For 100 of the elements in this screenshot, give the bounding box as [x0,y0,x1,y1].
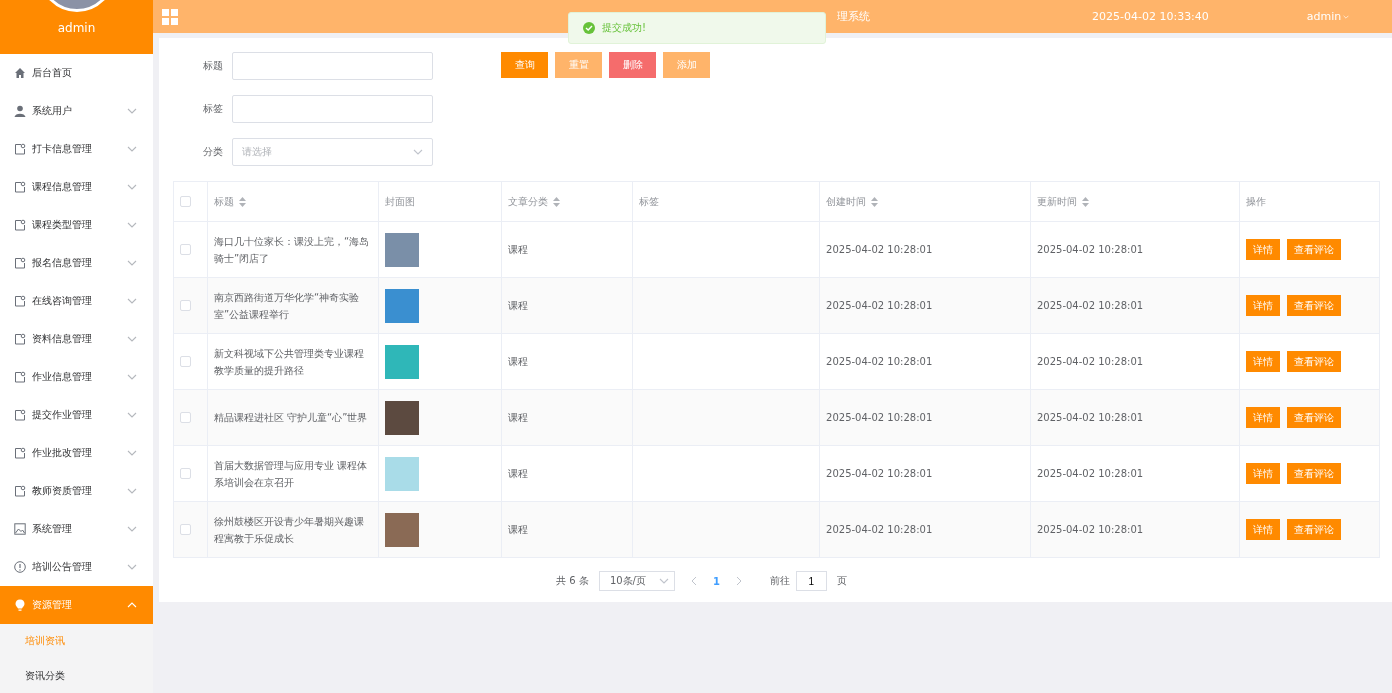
input-field[interactable] [232,95,433,123]
menu-label: 在线咨询管理 [32,293,93,308]
row-button[interactable]: 查看评论 [1287,407,1342,428]
image-icon [14,522,26,535]
document-icon [14,294,26,307]
checkbox[interactable] [180,300,191,312]
menu-item[interactable]: 培训公告管理 [0,547,153,586]
action-button[interactable]: 重置 [555,52,602,78]
row-button[interactable]: 详情 [1246,239,1281,260]
menu-label: 系统管理 [32,521,73,536]
table-cell: 课程 [501,277,633,334]
home-icon [14,66,26,79]
checkbox[interactable] [180,356,191,368]
menu-label: 课程类型管理 [32,217,93,232]
checkbox[interactable] [180,244,191,256]
menu-item[interactable]: 在线咨询管理 [0,281,153,320]
menu-label: 培训公告管理 [32,559,93,574]
menu-item[interactable]: 作业批改管理 [0,433,153,472]
row-button[interactable]: 查看评论 [1287,463,1342,484]
menu-item[interactable]: 资料信息管理 [0,319,153,358]
field-label: 标题 [202,59,224,73]
row-button[interactable]: 详情 [1246,295,1281,316]
table-cell: 2025-04-02 10:28:01 [1030,501,1240,558]
menu-item[interactable]: 资源管理 [0,585,153,624]
column-header[interactable]: 更新时间 [1030,181,1240,222]
table-cell: 2025-04-02 10:28:01 [819,445,1031,502]
table-cell: 2025-04-02 10:28:01 [819,333,1031,390]
menu-label: 打卡信息管理 [32,141,93,156]
menu-label: 教师资质管理 [32,483,93,498]
menu-item[interactable]: 系统管理 [0,509,153,548]
menu-item[interactable]: 报名信息管理 [0,243,153,282]
column-header: 标签 [632,181,820,222]
document-icon [14,142,26,155]
table-cell: 课程 [501,445,633,502]
row-button[interactable]: 查看评论 [1287,295,1342,316]
action-button[interactable]: 添加 [663,52,710,78]
menu-label: 系统用户 [32,103,73,118]
document-icon [14,256,26,269]
table-cell: 徐州鼓楼区开设青少年暑期兴趣课程寓教于乐促成长 [207,501,379,558]
page-input[interactable]: 1 [795,571,827,591]
input-field[interactable] [232,52,433,80]
bulb-icon [14,598,26,611]
photo-placeholder [385,512,420,547]
row-button[interactable]: 查看评论 [1287,239,1342,260]
document-icon [14,408,26,421]
document-icon [14,332,26,345]
row-button[interactable]: 详情 [1246,407,1281,428]
menu-item[interactable]: 系统用户 [0,91,153,130]
action-button[interactable]: 删除 [609,52,656,78]
user-icon [14,104,26,117]
user-name: admin [57,21,96,35]
goto-label: 前往 [769,574,790,588]
column-header[interactable]: 创建时间 [819,181,1031,222]
photo-placeholder [385,456,420,491]
select-field[interactable]: 请选择 [232,138,433,166]
system-title: 理系统 [837,9,870,24]
row-button[interactable]: 查看评论 [1287,519,1342,540]
menu-label: 作业批改管理 [32,445,93,460]
checkbox[interactable] [180,412,191,424]
table-cell: 课程 [501,389,633,446]
menu-item[interactable]: 提交作业管理 [0,395,153,434]
document-icon [14,370,26,383]
field-label: 分类 [202,145,224,159]
table-cell: 2025-04-02 10:28:01 [1030,221,1240,278]
total-count: 共 6 条 [556,574,589,588]
menu-item[interactable]: 作业信息管理 [0,357,153,396]
menu-item[interactable]: 课程信息管理 [0,167,153,206]
column-header[interactable]: 文章分类 [501,181,633,222]
row-button[interactable]: 详情 [1246,463,1281,484]
page-size-select[interactable]: 10条/页 [598,571,675,591]
row-button[interactable]: 查看评论 [1287,351,1342,372]
action-button[interactable]: 查询 [501,52,548,78]
success-icon [583,22,595,34]
checkbox[interactable] [180,196,191,208]
success-toast: 提交成功! [568,12,826,44]
next-icon[interactable] [735,576,742,586]
user-menu[interactable]: admin [1306,10,1350,23]
checkbox[interactable] [180,524,191,536]
chevron-icon [658,578,669,584]
submenu-item[interactable]: 资讯分类 [0,658,153,693]
column-header[interactable]: 标题 [207,181,379,222]
previous-icon[interactable] [690,576,697,586]
submenu-item[interactable]: 培训资讯 [0,623,153,659]
document-icon [14,218,26,231]
menu-item[interactable]: 教师资质管理 [0,471,153,510]
grid-icon[interactable] [162,8,178,25]
page-suffix: 页 [836,574,847,588]
checkbox[interactable] [180,468,191,480]
row-button[interactable]: 详情 [1246,519,1281,540]
menu-item[interactable]: 打卡信息管理 [0,129,153,168]
field-label: 标签 [202,102,224,116]
menu-item[interactable]: 课程类型管理 [0,205,153,244]
menu-item[interactable]: 后台首页 [0,53,153,92]
table-cell: 新文科视域下公共管理类专业课程教学质量的提升路径 [207,333,379,390]
document-icon [14,446,26,459]
menu-label: 资料信息管理 [32,331,93,346]
row-button[interactable]: 详情 [1246,351,1281,372]
page-number[interactable]: 1 [712,575,720,587]
column-header: 操作 [1239,181,1380,222]
photo-placeholder [385,400,420,435]
